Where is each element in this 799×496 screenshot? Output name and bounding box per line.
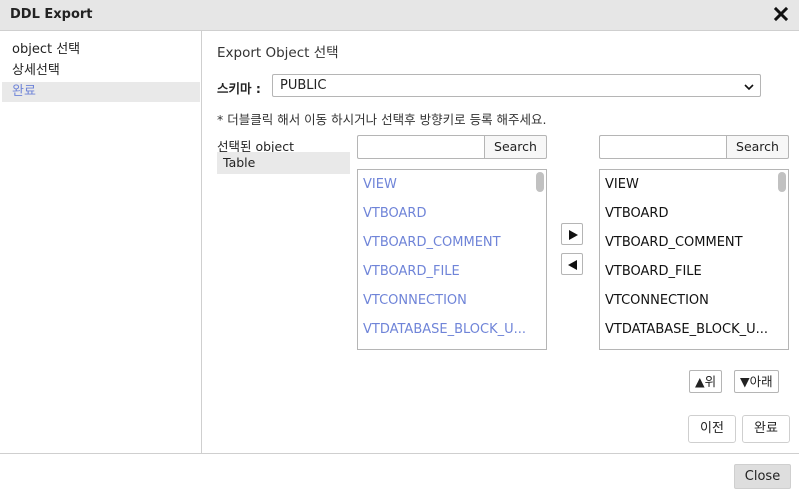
available-objects-list[interactable]: VIEW VTBOARD VTBOARD_COMMENT VTBOARD_FIL… bbox=[357, 169, 547, 350]
chevron-down-icon bbox=[743, 79, 755, 91]
window-title: DDL Export bbox=[10, 7, 93, 22]
list-item[interactable]: VIEW bbox=[358, 170, 534, 199]
title-bar: DDL Export bbox=[0, 0, 799, 31]
left-search-input[interactable] bbox=[357, 135, 484, 159]
close-x-icon[interactable] bbox=[773, 6, 789, 22]
sidebar-item-detail-select[interactable]: 상세선택 bbox=[2, 61, 200, 81]
list-item[interactable]: VTCONNECTION bbox=[600, 286, 776, 315]
sidebar-item-object-select[interactable]: object 선택 bbox=[2, 40, 200, 60]
arrow-left-icon bbox=[568, 260, 577, 270]
finish-button[interactable]: 완료 bbox=[742, 415, 790, 443]
instruction-hint: * 더블클릭 해서 이동 하시거나 선택후 방향키로 등록 해주세요. bbox=[217, 112, 547, 127]
close-button[interactable]: Close bbox=[734, 464, 791, 489]
list-item[interactable]: VTBOARD bbox=[358, 199, 534, 228]
schema-select[interactable]: PUBLIC bbox=[272, 74, 761, 97]
left-list-scrollbar[interactable] bbox=[536, 172, 544, 192]
list-item[interactable]: VIEW bbox=[600, 170, 776, 199]
dialog-footer: Close bbox=[0, 453, 799, 496]
selected-objects-list[interactable]: VIEW VTBOARD VTBOARD_COMMENT VTBOARD_FIL… bbox=[599, 169, 789, 350]
move-right-button[interactable] bbox=[561, 223, 583, 245]
move-up-button[interactable]: ▲위 bbox=[689, 370, 723, 393]
main-content: Export Object 선택 스키마 : PUBLIC * 더블클릭 해서 … bbox=[203, 31, 799, 453]
list-item[interactable]: VTDATABASE_BLOCK_U... bbox=[600, 315, 776, 344]
sidebar-item-complete[interactable]: 완료 bbox=[2, 82, 200, 102]
list-item[interactable]: VTDATABASE_BLOCK_U... bbox=[358, 315, 534, 344]
right-list-scrollbar[interactable] bbox=[778, 172, 786, 192]
selected-object-item[interactable]: Table bbox=[217, 152, 350, 174]
list-item[interactable]: VTBOARD_FILE bbox=[358, 257, 534, 286]
list-item[interactable]: VTBOARD_COMMENT bbox=[358, 228, 534, 257]
schema-select-value: PUBLIC bbox=[280, 78, 327, 93]
list-item[interactable]: VTBOARD bbox=[600, 199, 776, 228]
sidebar: object 선택 상세선택 완료 bbox=[0, 31, 202, 453]
move-down-button[interactable]: ▼아래 bbox=[734, 370, 779, 393]
prev-button[interactable]: 이전 bbox=[688, 415, 736, 443]
schema-label: 스키마 : bbox=[217, 81, 261, 96]
right-search-input[interactable] bbox=[599, 135, 726, 159]
left-search-button[interactable]: Search bbox=[484, 135, 547, 159]
list-item[interactable]: VTCONNECTION bbox=[358, 286, 534, 315]
list-item[interactable]: VTBOARD_FILE bbox=[600, 257, 776, 286]
move-left-button[interactable] bbox=[561, 253, 583, 275]
right-search-button[interactable]: Search bbox=[726, 135, 789, 159]
section-title: Export Object 선택 bbox=[217, 45, 339, 61]
arrow-right-icon bbox=[569, 230, 578, 240]
list-item[interactable]: VTBOARD_COMMENT bbox=[600, 228, 776, 257]
